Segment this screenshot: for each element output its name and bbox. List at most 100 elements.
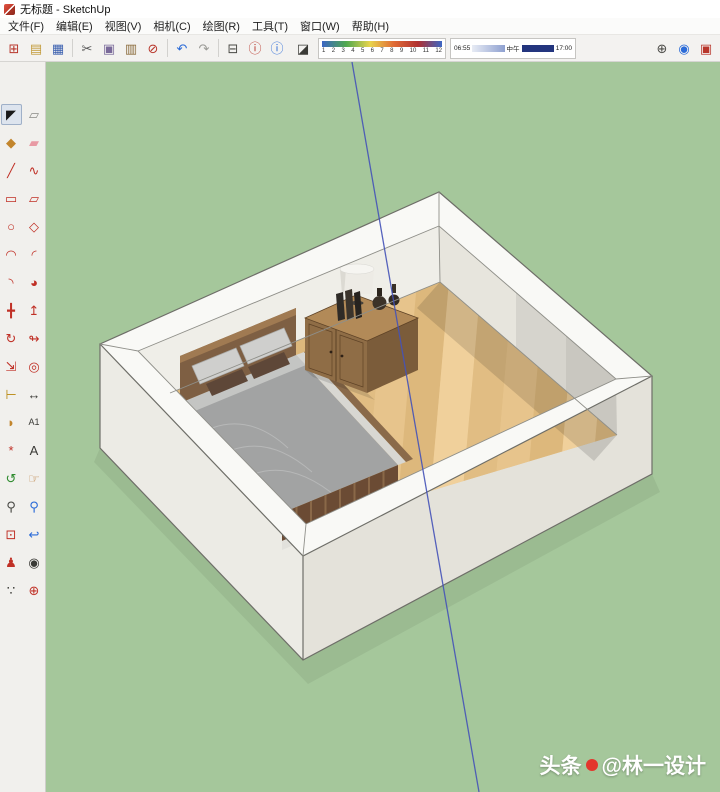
- time-end-label: 17:00: [556, 45, 572, 52]
- date-tick-10: 10: [410, 47, 417, 55]
- shadow-toggle-button[interactable]: ◪: [292, 37, 314, 59]
- axes-button[interactable]: ⊕: [651, 37, 673, 59]
- paste-button[interactable]: ▥: [120, 37, 142, 59]
- vase-1-body: [373, 296, 387, 310]
- time-track-morning[interactable]: [472, 45, 504, 52]
- tool-offset[interactable]: ◎: [24, 356, 45, 377]
- toolbar-separator: [167, 39, 168, 57]
- model-canvas[interactable]: [46, 62, 720, 792]
- help-info-button[interactable]: ⓘ: [266, 37, 288, 59]
- date-tick-9: 9: [400, 47, 403, 55]
- watermark-dot-icon: [586, 759, 598, 771]
- tool-look-around[interactable]: ◉: [24, 552, 45, 573]
- tool-walk[interactable]: ∵: [1, 580, 22, 601]
- tool-position-camera[interactable]: ♟: [1, 552, 22, 573]
- tool-tape-measure[interactable]: ⊢: [1, 384, 22, 405]
- tool-two-point-arc[interactable]: ◜: [24, 244, 45, 265]
- shadow-date-slider[interactable]: 123456789101112: [318, 38, 446, 59]
- date-tick-8: 8: [390, 47, 393, 55]
- toolbar-groups: ⊞▤▦✂▣▥⊘↶↷⊟ⓘⓘ: [3, 37, 288, 59]
- tool-rectangle[interactable]: ▭: [1, 188, 22, 209]
- date-tick-4: 4: [351, 47, 354, 55]
- watermark: 头条 @林一设计: [540, 750, 706, 780]
- date-tick-2: 2: [332, 47, 335, 55]
- tool-paint-bucket[interactable]: ◆: [1, 132, 22, 153]
- save-button[interactable]: ▦: [47, 37, 69, 59]
- menu-help[interactable]: 帮助(H): [346, 17, 395, 35]
- tool-rotated-rectangle[interactable]: ▱: [24, 188, 45, 209]
- menu-tools[interactable]: 工具(T): [246, 17, 294, 35]
- date-tick-7: 7: [380, 47, 383, 55]
- date-tick-3: 3: [341, 47, 344, 55]
- copy-button[interactable]: ▣: [98, 37, 120, 59]
- time-noon-label: 中午: [507, 43, 520, 53]
- menu-file[interactable]: 文件(F): [2, 17, 50, 35]
- tool-follow-me[interactable]: ↬: [24, 328, 45, 349]
- date-tick-6: 6: [371, 47, 374, 55]
- tool-text[interactable]: A1: [24, 412, 45, 433]
- tool-axes-tool[interactable]: *: [1, 440, 22, 461]
- menu-view[interactable]: 视图(V): [99, 17, 148, 35]
- tool-move[interactable]: ╋: [1, 300, 22, 321]
- tool-palette: ◤▱◆▰╱∿▭▱○◇◠◜◝◕╋↥↻↬⇲◎⊢↔◗A1*A↺☞⚲⚲⊡↩♟◉∵⊕: [0, 62, 46, 792]
- door-handle-right: [341, 355, 344, 358]
- model-info-button[interactable]: ⓘ: [244, 37, 266, 59]
- tool-freehand[interactable]: ∿: [24, 160, 45, 181]
- date-ticks: 123456789101112: [322, 47, 442, 55]
- tool-pie[interactable]: ◕: [24, 272, 45, 293]
- erase-button[interactable]: ⊘: [142, 37, 164, 59]
- menu-draw[interactable]: 绘图(R): [197, 17, 246, 35]
- sketchup-logo-icon: [4, 4, 15, 15]
- orbit-view-button[interactable]: ◉: [673, 37, 695, 59]
- tool-select[interactable]: ◤: [1, 104, 22, 125]
- time-start-label: 06:55: [454, 45, 470, 52]
- tool-3d-text[interactable]: A: [24, 440, 45, 461]
- tool-zoom-extents[interactable]: ⊡: [1, 524, 22, 545]
- menu-bar: 文件(F)编辑(E)视图(V)相机(C)绘图(R)工具(T)窗口(W)帮助(H): [0, 18, 720, 35]
- date-tick-1: 1: [322, 47, 325, 55]
- books[interactable]: [336, 289, 362, 321]
- time-track-afternoon[interactable]: [522, 45, 554, 52]
- date-tick-11: 11: [423, 47, 429, 55]
- tool-arc[interactable]: ◠: [1, 244, 22, 265]
- tool-three-point-arc[interactable]: ◝: [1, 272, 22, 293]
- watermark-prefix: 头条: [540, 750, 582, 780]
- window-title: 无标题 - SketchUp: [20, 1, 110, 17]
- tool-polygon[interactable]: ◇: [24, 216, 45, 237]
- main-toolbar: ⊞▤▦✂▣▥⊘↶↷⊟ⓘⓘ ◪ 123456789101112 06:55 中午 …: [0, 35, 720, 62]
- tool-orbit[interactable]: ↺: [1, 468, 22, 489]
- tool-eraser[interactable]: ▰: [24, 132, 45, 153]
- tool-rotate[interactable]: ↻: [1, 328, 22, 349]
- print-button[interactable]: ⊟: [222, 37, 244, 59]
- toolbar-separator: [218, 39, 219, 57]
- open-button[interactable]: ▤: [25, 37, 47, 59]
- redo-button[interactable]: ↷: [193, 37, 215, 59]
- cut-button[interactable]: ✂: [76, 37, 98, 59]
- tool-protractor[interactable]: ◗: [1, 412, 22, 433]
- undo-button[interactable]: ↶: [171, 37, 193, 59]
- shadow-controls: ◪ 123456789101112 06:55 中午 17:00: [292, 37, 576, 59]
- tool-zoom-previous[interactable]: ↩: [24, 524, 45, 545]
- tool-push-pull[interactable]: ↥: [24, 300, 45, 321]
- tool-line[interactable]: ╱: [1, 160, 22, 181]
- toolbar-separator: [72, 39, 73, 57]
- door-handle-left: [330, 351, 333, 354]
- new-button[interactable]: ⊞: [3, 37, 25, 59]
- tool-section-plane[interactable]: ⊕: [24, 580, 45, 601]
- shadow-time-slider[interactable]: 06:55 中午 17:00: [450, 38, 576, 59]
- tool-zoom[interactable]: ⚲: [1, 496, 22, 517]
- model-box-button[interactable]: ▣: [695, 37, 717, 59]
- tool-make-component[interactable]: ▱: [24, 104, 45, 125]
- watermark-suffix: @林一设计: [602, 750, 706, 780]
- tool-scale[interactable]: ⇲: [1, 356, 22, 377]
- tool-zoom-window[interactable]: ⚲: [24, 496, 45, 517]
- date-tick-12: 12: [435, 47, 442, 55]
- menu-edit[interactable]: 编辑(E): [50, 17, 99, 35]
- drawing-canvas[interactable]: 头条 @林一设计: [46, 62, 720, 792]
- menu-camera[interactable]: 相机(C): [147, 17, 196, 35]
- menu-window[interactable]: 窗口(W): [294, 17, 346, 35]
- title-bar: 无标题 - SketchUp: [0, 0, 720, 18]
- tool-dimension[interactable]: ↔: [24, 384, 45, 405]
- tool-circle[interactable]: ○: [1, 216, 22, 237]
- tool-pan[interactable]: ☞: [24, 468, 45, 489]
